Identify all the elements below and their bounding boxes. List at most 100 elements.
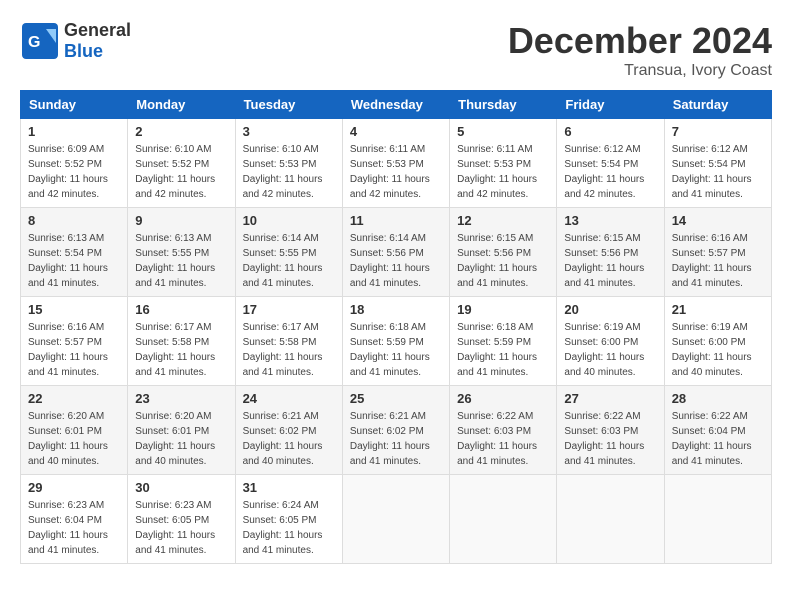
day-info: Sunrise: 6:12 AMSunset: 5:54 PMDaylight:… [672,142,764,202]
calendar-cell: 3 Sunrise: 6:10 AMSunset: 5:53 PMDaylight… [235,119,342,208]
day-info: Sunrise: 6:09 AMSunset: 5:52 PMDaylight:… [28,142,120,202]
col-wednesday: Wednesday [342,91,449,119]
day-info: Sunrise: 6:23 AMSunset: 6:05 PMDaylight:… [135,498,227,558]
day-number: 6 [564,124,656,139]
calendar-cell: 31Sunrise: 6:24 AMSunset: 6:05 PMDayligh… [235,475,342,564]
calendar-week-row: 1 Sunrise: 6:09 AMSunset: 5:52 PMDaylight… [21,119,772,208]
day-info: Sunrise: 6:18 AMSunset: 5:59 PMDaylight:… [457,320,549,380]
calendar-week-row: 8 Sunrise: 6:13 AMSunset: 5:54 PMDaylight… [21,208,772,297]
location: Transua, Ivory Coast [508,62,772,80]
calendar: Sunday Monday Tuesday Wednesday Thursday… [20,90,772,564]
calendar-cell [664,475,771,564]
day-info: Sunrise: 6:20 AMSunset: 6:01 PMDaylight:… [28,409,120,469]
month-title: December 2024 [508,20,772,62]
calendar-cell [342,475,449,564]
header: G General Blue December 2024 Transua, Iv… [20,20,772,80]
calendar-cell [450,475,557,564]
day-number: 26 [457,391,549,406]
logo-icon: G [20,21,60,61]
calendar-week-row: 22 Sunrise: 6:20 AMSunset: 6:01 PMDayligh… [21,386,772,475]
day-number: 11 [350,213,442,228]
calendar-cell: 10Sunrise: 6:14 AMSunset: 5:55 PMDayligh… [235,208,342,297]
day-number: 25 [350,391,442,406]
day-number: 16 [135,302,227,317]
day-number: 22 [28,391,120,406]
day-number: 4 [350,124,442,139]
col-tuesday: Tuesday [235,91,342,119]
day-info: Sunrise: 6:22 AMSunset: 6:04 PMDaylight:… [672,409,764,469]
day-info: Sunrise: 6:14 AMSunset: 5:56 PMDaylight:… [350,231,442,291]
day-info: Sunrise: 6:13 AMSunset: 5:55 PMDaylight:… [135,231,227,291]
calendar-week-row: 29Sunrise: 6:23 AMSunset: 6:04 PMDayligh… [21,475,772,564]
day-number: 12 [457,213,549,228]
logo: G General Blue [20,20,131,62]
day-number: 13 [564,213,656,228]
calendar-cell: 15Sunrise: 6:16 AMSunset: 5:57 PMDayligh… [21,297,128,386]
calendar-cell: 20 Sunrise: 6:19 AMSunset: 6:00 PMDayligh… [557,297,664,386]
day-number: 31 [243,480,335,495]
calendar-cell: 26 Sunrise: 6:22 AMSunset: 6:03 PMDayligh… [450,386,557,475]
calendar-cell: 4Sunrise: 6:11 AMSunset: 5:53 PMDaylight… [342,119,449,208]
calendar-cell [557,475,664,564]
calendar-cell: 17 Sunrise: 6:17 AMSunset: 5:58 PMDayligh… [235,297,342,386]
svg-text:G: G [28,34,40,51]
day-number: 1 [28,124,120,139]
calendar-cell: 13 Sunrise: 6:15 AMSunset: 5:56 PMDayligh… [557,208,664,297]
calendar-cell: 6Sunrise: 6:12 AMSunset: 5:54 PMDaylight… [557,119,664,208]
day-info: Sunrise: 6:17 AMSunset: 5:58 PMDaylight:… [135,320,227,380]
col-sunday: Sunday [21,91,128,119]
calendar-cell: 2Sunrise: 6:10 AMSunset: 5:52 PMDaylight… [128,119,235,208]
col-monday: Monday [128,91,235,119]
day-number: 24 [243,391,335,406]
day-number: 19 [457,302,549,317]
calendar-cell: 29Sunrise: 6:23 AMSunset: 6:04 PMDayligh… [21,475,128,564]
logo-text-blue: Blue [64,41,131,62]
calendar-cell: 19 Sunrise: 6:18 AMSunset: 5:59 PMDayligh… [450,297,557,386]
day-number: 5 [457,124,549,139]
day-info: Sunrise: 6:10 AMSunset: 5:53 PMDaylight:… [243,142,335,202]
day-number: 27 [564,391,656,406]
day-info: Sunrise: 6:22 AMSunset: 6:03 PMDaylight:… [564,409,656,469]
day-info: Sunrise: 6:15 AMSunset: 5:56 PMDaylight:… [457,231,549,291]
calendar-cell: 23Sunrise: 6:20 AMSunset: 6:01 PMDayligh… [128,386,235,475]
calendar-cell: 9 Sunrise: 6:13 AMSunset: 5:55 PMDaylight… [128,208,235,297]
day-number: 20 [564,302,656,317]
day-number: 7 [672,124,764,139]
day-number: 14 [672,213,764,228]
day-number: 9 [135,213,227,228]
calendar-cell: 16 Sunrise: 6:17 AMSunset: 5:58 PMDayligh… [128,297,235,386]
day-number: 8 [28,213,120,228]
col-thursday: Thursday [450,91,557,119]
day-info: Sunrise: 6:19 AMSunset: 6:00 PMDaylight:… [564,320,656,380]
calendar-cell: 22 Sunrise: 6:20 AMSunset: 6:01 PMDayligh… [21,386,128,475]
day-info: Sunrise: 6:15 AMSunset: 5:56 PMDaylight:… [564,231,656,291]
day-info: Sunrise: 6:18 AMSunset: 5:59 PMDaylight:… [350,320,442,380]
calendar-cell: 24 Sunrise: 6:21 AMSunset: 6:02 PMDayligh… [235,386,342,475]
day-info: Sunrise: 6:21 AMSunset: 6:02 PMDaylight:… [350,409,442,469]
calendar-cell: 1 Sunrise: 6:09 AMSunset: 5:52 PMDaylight… [21,119,128,208]
day-info: Sunrise: 6:19 AMSunset: 6:00 PMDaylight:… [672,320,764,380]
calendar-cell: 25 Sunrise: 6:21 AMSunset: 6:02 PMDayligh… [342,386,449,475]
day-info: Sunrise: 6:22 AMSunset: 6:03 PMDaylight:… [457,409,549,469]
calendar-cell: 28Sunrise: 6:22 AMSunset: 6:04 PMDayligh… [664,386,771,475]
calendar-cell: 8 Sunrise: 6:13 AMSunset: 5:54 PMDaylight… [21,208,128,297]
day-number: 3 [243,124,335,139]
day-info: Sunrise: 6:23 AMSunset: 6:04 PMDaylight:… [28,498,120,558]
calendar-cell: 30Sunrise: 6:23 AMSunset: 6:05 PMDayligh… [128,475,235,564]
day-info: Sunrise: 6:17 AMSunset: 5:58 PMDaylight:… [243,320,335,380]
day-number: 10 [243,213,335,228]
calendar-cell: 14 Sunrise: 6:16 AMSunset: 5:57 PMDayligh… [664,208,771,297]
calendar-cell: 18 Sunrise: 6:18 AMSunset: 5:59 PMDayligh… [342,297,449,386]
day-number: 21 [672,302,764,317]
day-number: 2 [135,124,227,139]
day-info: Sunrise: 6:11 AMSunset: 5:53 PMDaylight:… [457,142,549,202]
day-info: Sunrise: 6:20 AMSunset: 6:01 PMDaylight:… [135,409,227,469]
day-info: Sunrise: 6:16 AMSunset: 5:57 PMDaylight:… [28,320,120,380]
day-info: Sunrise: 6:21 AMSunset: 6:02 PMDaylight:… [243,409,335,469]
day-info: Sunrise: 6:16 AMSunset: 5:57 PMDaylight:… [672,231,764,291]
day-number: 17 [243,302,335,317]
day-info: Sunrise: 6:13 AMSunset: 5:54 PMDaylight:… [28,231,120,291]
calendar-cell: 21 Sunrise: 6:19 AMSunset: 6:00 PMDayligh… [664,297,771,386]
calendar-cell: 11 Sunrise: 6:14 AMSunset: 5:56 PMDayligh… [342,208,449,297]
day-number: 18 [350,302,442,317]
